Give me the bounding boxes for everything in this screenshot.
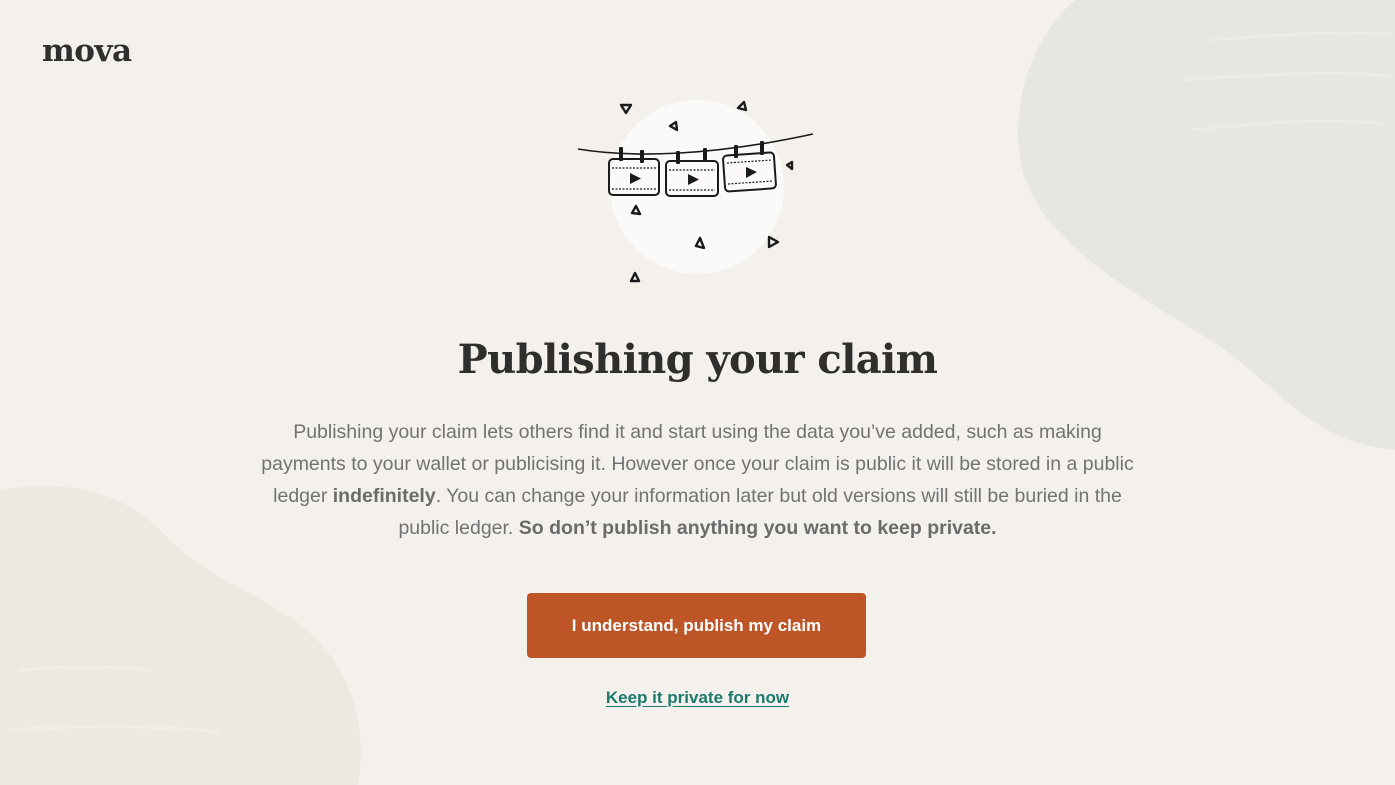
explanation-warning: So don’t publish anything you want to ke…: [518, 517, 997, 539]
publish-claim-button[interactable]: I understand, publish my claim: [527, 593, 866, 658]
page-title: Publishing your claim: [457, 336, 938, 383]
keep-private-link[interactable]: Keep it private for now: [606, 688, 789, 707]
keep-private-link-container: Keep it private for now: [0, 688, 1395, 708]
background-blob-right: [1018, 0, 1395, 450]
publish-explanation: Publishing your claim lets others find i…: [258, 416, 1137, 544]
mova-logo[interactable]: mova: [42, 36, 132, 67]
explanation-emphasis-indefinitely: indefinitely: [332, 485, 436, 507]
page: mova Publishing your claim Publishing yo…: [0, 0, 1395, 785]
video-clips-illustration: [577, 100, 814, 283]
